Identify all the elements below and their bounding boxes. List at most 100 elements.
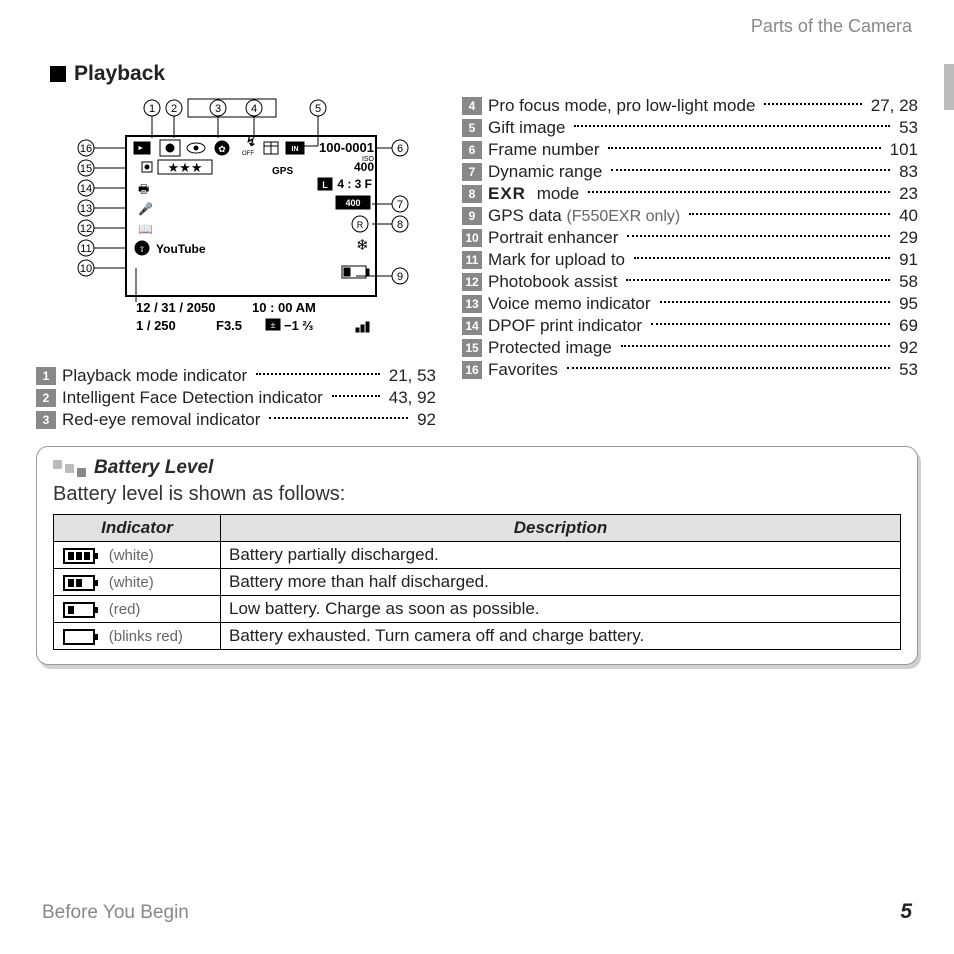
index-item: 11Mark for upload to91 bbox=[462, 250, 918, 270]
index-number: 4 bbox=[462, 97, 482, 115]
svg-text:⇧: ⇧ bbox=[139, 245, 146, 254]
svg-text:100-0001: 100-0001 bbox=[319, 140, 374, 155]
svg-text:4: 4 bbox=[251, 103, 257, 115]
table-row: (white)Battery partially discharged. bbox=[54, 542, 901, 569]
index-page: 92 bbox=[417, 410, 436, 430]
svg-text:6: 6 bbox=[397, 143, 403, 155]
svg-text:R: R bbox=[357, 220, 364, 230]
index-page: 69 bbox=[899, 316, 918, 336]
index-page: 29 bbox=[899, 228, 918, 248]
index-page: 58 bbox=[899, 272, 918, 292]
footer-left: Before You Begin bbox=[42, 902, 189, 924]
section-title: Playback bbox=[50, 62, 918, 86]
svg-text:5: 5 bbox=[315, 103, 321, 115]
index-number: 11 bbox=[462, 251, 482, 269]
index-item: 3Red-eye removal indicator92 bbox=[36, 410, 436, 430]
index-page: 91 bbox=[899, 250, 918, 270]
index-item: 2Intelligent Face Detection indicator43,… bbox=[36, 388, 436, 408]
page-number: 5 bbox=[900, 900, 912, 924]
col-indicator: Indicator bbox=[54, 515, 221, 542]
thumb-tab bbox=[944, 64, 954, 110]
index-page: 92 bbox=[899, 338, 918, 358]
index-number: 7 bbox=[462, 163, 482, 181]
section-title-text: Playback bbox=[74, 62, 165, 86]
svg-text:9: 9 bbox=[397, 271, 403, 283]
svg-text:OFF: OFF bbox=[242, 151, 254, 157]
index-list-left: 1Playback mode indicator21, 532Intellige… bbox=[36, 366, 436, 430]
svg-text:8: 8 bbox=[397, 219, 403, 231]
svg-text:400: 400 bbox=[345, 198, 360, 208]
battery-title: Battery Level bbox=[53, 457, 901, 479]
index-number: 2 bbox=[36, 389, 56, 407]
index-number: 3 bbox=[36, 411, 56, 429]
svg-text:📖: 📖 bbox=[138, 222, 153, 236]
index-item: 7Dynamic range83 bbox=[462, 162, 918, 182]
index-item: 4Pro focus mode, pro low-light mode27, 2… bbox=[462, 96, 918, 116]
index-item: 12Photobook assist58 bbox=[462, 272, 918, 292]
svg-text:🖶: 🖶 bbox=[138, 182, 149, 196]
index-item: 8EXR mode23 bbox=[462, 184, 918, 204]
index-list-right: 4Pro focus mode, pro low-light mode27, 2… bbox=[462, 96, 918, 380]
index-page: 27, 28 bbox=[871, 96, 918, 116]
index-number: 5 bbox=[462, 119, 482, 137]
svg-text:11: 11 bbox=[80, 243, 91, 255]
col-description: Description bbox=[221, 515, 901, 542]
svg-text:10: 10 bbox=[80, 263, 92, 275]
svg-text:YouTube: YouTube bbox=[156, 242, 206, 256]
svg-text:14: 14 bbox=[80, 183, 92, 195]
index-page: 95 bbox=[899, 294, 918, 314]
index-item: 15Protected image92 bbox=[462, 338, 918, 358]
index-item: 14DPOF print indicator69 bbox=[462, 316, 918, 336]
battery-subtitle: Battery level is shown as follows: bbox=[53, 483, 901, 506]
svg-text:3: 3 bbox=[215, 103, 221, 115]
svg-text:15: 15 bbox=[80, 163, 92, 175]
svg-text:🎤: 🎤 bbox=[138, 201, 153, 216]
svg-text:❄: ❄ bbox=[356, 237, 369, 254]
table-row: (blinks red)Battery exhausted. Turn came… bbox=[54, 623, 901, 650]
svg-text:±: ± bbox=[271, 320, 276, 330]
svg-text:2: 2 bbox=[171, 103, 177, 115]
index-page: 83 bbox=[899, 162, 918, 182]
index-number: 1 bbox=[36, 367, 56, 385]
battery-level-panel: Battery Level Battery level is shown as … bbox=[36, 446, 918, 665]
svg-text:GPS: GPS bbox=[272, 166, 293, 177]
svg-text:4 : 3 F: 4 : 3 F bbox=[337, 177, 372, 191]
index-number: 6 bbox=[462, 141, 482, 159]
index-page: 53 bbox=[899, 118, 918, 138]
svg-text:16: 16 bbox=[80, 143, 92, 155]
svg-text:L: L bbox=[322, 180, 328, 190]
svg-text:10 : 00 AM: 10 : 00 AM bbox=[252, 300, 316, 315]
svg-text:12: 12 bbox=[80, 223, 92, 235]
svg-text:F3.5: F3.5 bbox=[216, 318, 242, 333]
index-number: 10 bbox=[462, 229, 482, 247]
index-number: 15 bbox=[462, 339, 482, 357]
square-bullet-icon bbox=[50, 66, 66, 82]
svg-text:12 / 31 / 2050: 12 / 31 / 2050 bbox=[136, 300, 216, 315]
svg-text:IN: IN bbox=[292, 146, 299, 153]
battery-title-text: Battery Level bbox=[94, 457, 213, 479]
table-row: (red)Low battery. Charge as soon as poss… bbox=[54, 596, 901, 623]
clover-icon bbox=[53, 464, 86, 473]
svg-text:1: 1 bbox=[149, 103, 155, 115]
index-number: 14 bbox=[462, 317, 482, 335]
svg-text:13: 13 bbox=[80, 203, 92, 215]
svg-text:−1 ⅔: −1 ⅔ bbox=[284, 318, 313, 333]
index-item: 9GPS data (F550EXR only)40 bbox=[462, 206, 918, 226]
index-number: 8 bbox=[462, 185, 482, 203]
header-right: Parts of the Camera bbox=[751, 16, 912, 37]
playback-display-diagram: 1 2 3 4 5 6 bbox=[56, 96, 416, 356]
index-page: 43, 92 bbox=[389, 388, 436, 408]
battery-table: Indicator Description (white)Battery par… bbox=[53, 514, 901, 650]
svg-text:↯: ↯ bbox=[246, 135, 256, 149]
svg-text:7: 7 bbox=[397, 199, 403, 211]
index-page: 21, 53 bbox=[389, 366, 436, 386]
table-row: (white)Battery more than half discharged… bbox=[54, 569, 901, 596]
svg-text:400: 400 bbox=[354, 160, 374, 174]
svg-text:1 / 250: 1 / 250 bbox=[136, 318, 176, 333]
index-item: 6Frame number101 bbox=[462, 140, 918, 160]
svg-text:✿: ✿ bbox=[218, 144, 226, 154]
index-number: 9 bbox=[462, 207, 482, 225]
index-number: 12 bbox=[462, 273, 482, 291]
index-item: 16Favorites53 bbox=[462, 360, 918, 380]
index-item: 5Gift image53 bbox=[462, 118, 918, 138]
